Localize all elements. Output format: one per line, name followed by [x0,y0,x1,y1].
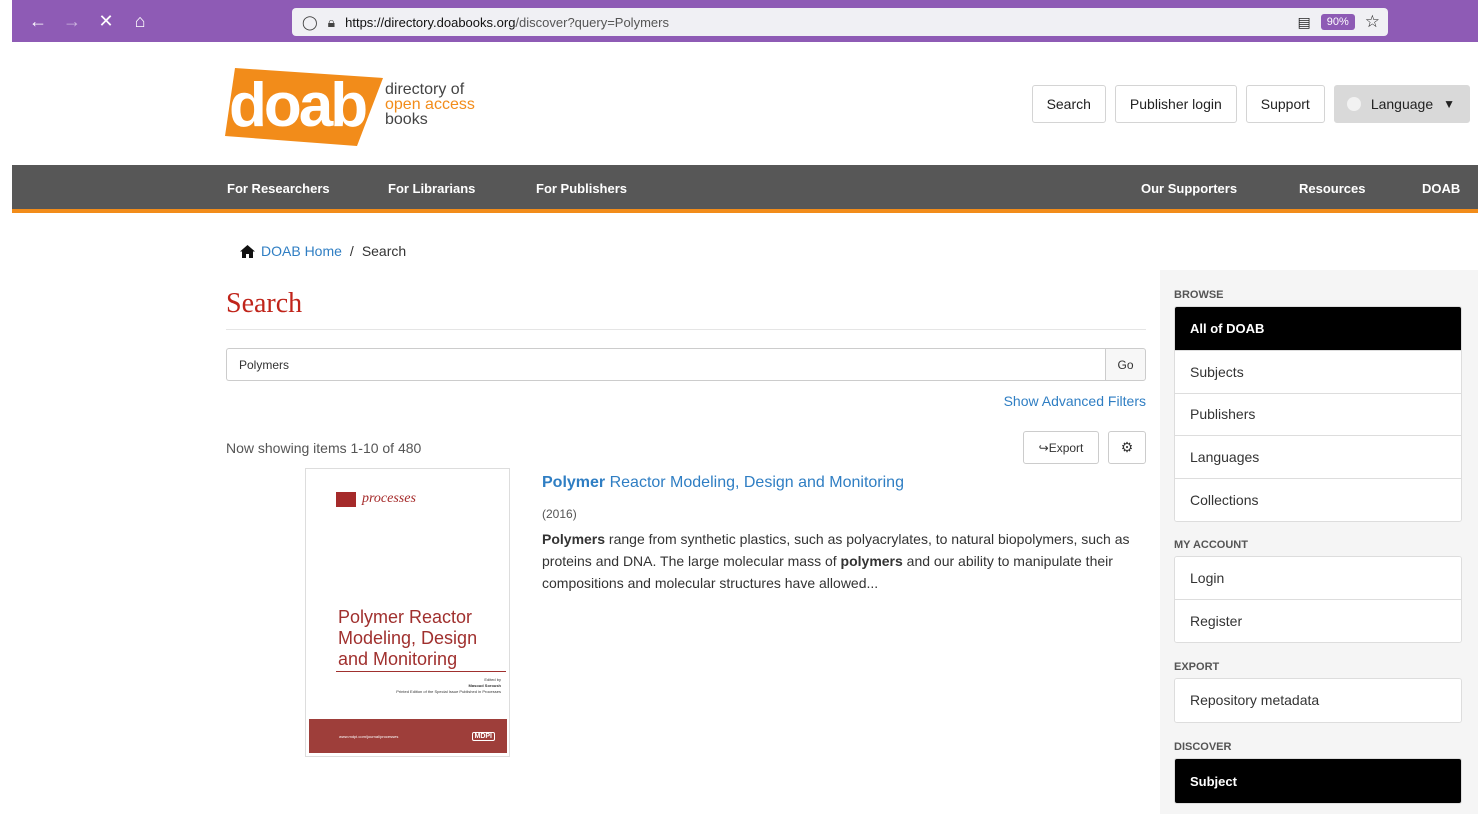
reader-view-icon[interactable]: ▤ [1297,14,1310,31]
breadcrumb-current: Search [361,243,407,259]
header-actions: Search Publisher login Support Language … [1031,85,1470,123]
result-abstract: Polymers range from synthetic plastics, … [542,531,1130,591]
sidebar-item-collections[interactable]: Collections [1175,478,1461,521]
url-text: https://directory.doabooks.org/discover?… [345,14,669,30]
title-divider [226,329,1146,330]
address-bar[interactable]: ◯ 🔒︎ https://directory.doabooks.org/disc… [292,8,1388,36]
sidebar-item-register[interactable]: Register [1175,599,1461,642]
sidebar-heading-export: Export [1174,661,1220,673]
nav-our-supporters[interactable]: Our Supporters [1141,181,1237,196]
doab-logo[interactable]: doab directory of open access books [225,64,475,148]
export-list: Repository metadata [1174,678,1462,723]
results-count: Now showing items 1-10 of 480 [226,440,422,456]
sidebar-heading-browse: Browse [1174,289,1224,301]
sidebar-item-repository-metadata[interactable]: Repository metadata [1175,679,1461,722]
processes-logo-icon [336,491,356,507]
search-button[interactable]: Search [1031,85,1106,123]
go-button[interactable]: Go [1105,348,1146,381]
lock-icon: 🔒︎ [327,13,336,30]
sidebar-item-login[interactable]: Login [1175,557,1461,600]
sidebar-heading-my-account: My Account [1174,539,1248,551]
breadcrumb-home-link[interactable]: DOAB Home [261,243,342,259]
language-dropdown[interactable]: Language ▼ [1333,85,1470,123]
cover-journal: processes [336,491,416,507]
globe-icon [1346,97,1361,111]
back-icon[interactable]: ← [24,7,52,35]
home-icon[interactable]: ⌂ [126,7,154,35]
nav-doab[interactable]: DOAB [1422,181,1460,196]
sidebar-item-publishers[interactable]: Publishers [1175,393,1461,436]
account-list: Login Register [1174,556,1462,643]
sidebar-item-languages[interactable]: Languages [1175,436,1461,479]
nav-resources[interactable]: Resources [1299,181,1365,196]
sidebar-item-subject[interactable]: Subject [1175,759,1461,803]
sidebar-item-all-of-doab[interactable]: All of DOAB [1175,307,1461,351]
cover-footer-band: www.mdpi.com/journal/processes MDPI [309,719,507,753]
forward-icon[interactable]: → [58,7,86,35]
doab-logo-mark: doab [225,68,383,146]
language-label: Language [1370,96,1434,112]
home-icon [240,244,255,258]
nav-for-publishers[interactable]: For Publishers [536,181,627,196]
stop-icon[interactable]: ✕ [92,7,120,35]
mdpi-logo: MDPI [471,731,495,741]
sidebar: Browse All of DOAB Subjects Publishers L… [1160,270,1478,814]
discover-list: Subject [1174,758,1462,804]
breadcrumb-separator: / [349,243,354,259]
browse-list: All of DOAB Subjects Publishers Language… [1174,306,1462,522]
browser-toolbar: ← → ✕ ⌂ ◯ 🔒︎ https://directory.doabooks.… [12,0,1478,42]
publisher-login-button[interactable]: Publisher login [1114,85,1237,123]
search-form: Go [226,348,1146,381]
cover-title: Polymer Reactor Modeling, Design and Mon… [338,607,478,669]
cover-credits: Edited by Masoud Soroush Printed Edition… [396,677,501,694]
bookmark-star-icon[interactable]: ☆ [1365,12,1380,32]
sidebar-item-subjects[interactable]: Subjects [1175,351,1461,394]
sidebar-heading-discover: Discover [1174,741,1232,753]
page-title: Search [226,288,303,319]
shield-icon: ◯ [302,13,318,30]
support-button[interactable]: Support [1245,85,1325,123]
show-advanced-filters-link[interactable]: Show Advanced Filters [1004,393,1146,409]
logo-wordmark: directory of open access books [385,80,475,128]
settings-gear-button[interactable]: ⚙ [1108,431,1146,464]
search-input[interactable] [226,348,1105,381]
export-icon: ↪ [1038,440,1049,455]
zoom-badge[interactable]: 90% [1320,14,1355,30]
gear-icon: ⚙ [1120,439,1134,455]
svg-text:doab: doab [229,71,366,140]
chevron-down-icon: ▼ [1443,97,1455,111]
cover-divider [336,671,506,672]
book-cover-thumbnail[interactable]: processes Polymer Reactor Modeling, Desi… [305,468,510,757]
result-year: (2016) [542,507,577,521]
breadcrumb: DOAB Home / Search [240,243,406,259]
nav-for-librarians[interactable]: For Librarians [388,181,475,196]
main-navigation: For Researchers For Librarians For Publi… [12,165,1478,213]
nav-for-researchers[interactable]: For Researchers [227,181,330,196]
result-title-link[interactable]: Polymer Reactor Modeling, Design and Mon… [542,474,904,492]
export-button[interactable]: ↪ Export [1023,431,1099,464]
